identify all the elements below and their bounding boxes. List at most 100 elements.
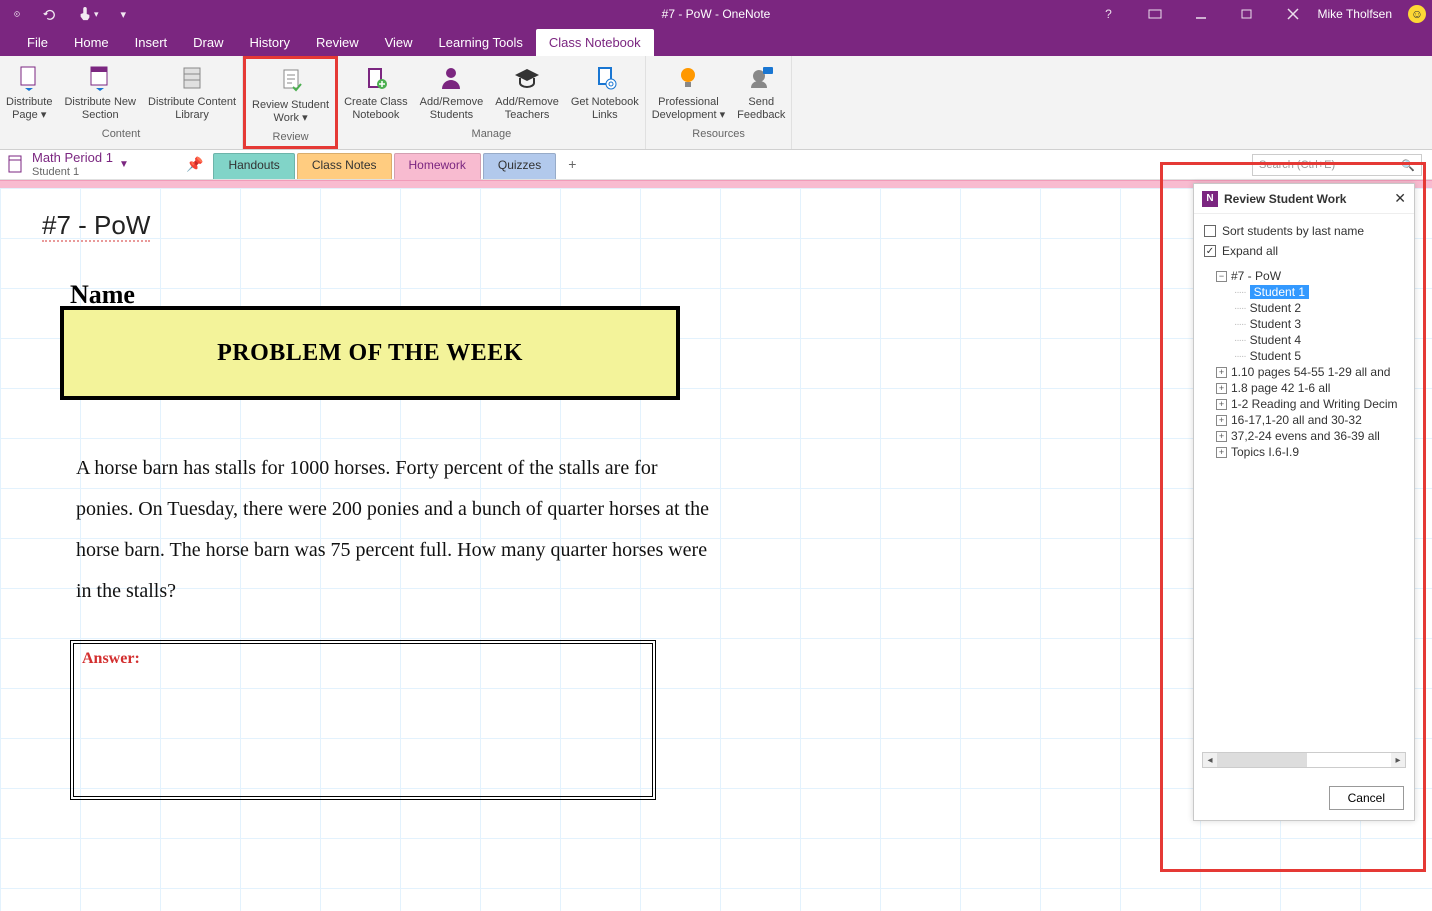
- tree-student[interactable]: ·····Student 4: [1202, 332, 1406, 348]
- cancel-button[interactable]: Cancel: [1329, 786, 1404, 810]
- menu-view[interactable]: View: [372, 29, 426, 56]
- review-student-work-panel: N Review Student Work ✕ Sort students by…: [1193, 183, 1415, 821]
- tree-student[interactable]: ·····Student 3: [1202, 316, 1406, 332]
- expand-icon[interactable]: +: [1216, 399, 1227, 410]
- titlebar: ▾ ▾ #7 - PoW - OneNote ? Mike Tholfsen ☺: [0, 0, 1432, 28]
- section-tab-class-notes[interactable]: Class Notes: [297, 153, 392, 179]
- qat-customize-icon[interactable]: ▾: [115, 0, 133, 28]
- expand-all-checkbox[interactable]: ✓ Expand all: [1202, 244, 1406, 258]
- notebook-title: Math Period 1: [32, 151, 113, 165]
- expand-icon[interactable]: +: [1216, 431, 1227, 442]
- user-name[interactable]: Mike Tholfsen: [1318, 7, 1392, 21]
- ribbon-group-label: Review: [273, 129, 309, 146]
- menu-class-notebook[interactable]: Class Notebook: [536, 29, 654, 56]
- ribbon-create-class-notebook[interactable]: Create ClassNotebook: [338, 58, 414, 126]
- pow-heading: PROBLEM OF THE WEEK: [217, 340, 523, 367]
- menu-review[interactable]: Review: [303, 29, 372, 56]
- back-icon[interactable]: [8, 0, 26, 28]
- pin-icon[interactable]: 📌: [186, 156, 203, 173]
- minimize-icon[interactable]: [1180, 0, 1222, 28]
- page-arrow-icon: [13, 62, 45, 94]
- expand-icon[interactable]: +: [1216, 367, 1227, 378]
- menu-insert[interactable]: Insert: [122, 29, 181, 56]
- tree-student[interactable]: ·····Student 5: [1202, 348, 1406, 364]
- chevron-down-icon: ▼: [119, 159, 129, 170]
- tree-page[interactable]: +1.10 pages 54-55 1-29 all and: [1202, 364, 1406, 380]
- ribbon-group-resources: ProfessionalDevelopment ▾SendFeedbackRes…: [646, 56, 793, 149]
- ribbon-add-remove-teachers[interactable]: Add/RemoveTeachers: [489, 58, 565, 126]
- menu-home[interactable]: Home: [61, 29, 122, 56]
- collapse-icon[interactable]: −: [1216, 271, 1227, 282]
- menu-learning-tools[interactable]: Learning Tools: [426, 29, 536, 56]
- notebook-icon: [6, 154, 26, 174]
- ribbon-distribute-new-section[interactable]: Distribute NewSection: [58, 58, 142, 126]
- library-icon: [176, 62, 208, 94]
- window-title: #7 - PoW - OneNote: [662, 7, 771, 21]
- menu-history[interactable]: History: [237, 29, 303, 56]
- onenote-icon: N: [1202, 191, 1218, 207]
- problem-of-week-box: PROBLEM OF THE WEEK: [60, 306, 680, 400]
- add-section-button[interactable]: +: [558, 153, 586, 179]
- person-icon: [435, 62, 467, 94]
- smiley-icon[interactable]: ☺: [1408, 5, 1426, 23]
- section-tab-quizzes[interactable]: Quizzes: [483, 153, 556, 179]
- ribbon-display-icon[interactable]: [1134, 0, 1176, 28]
- menubar: FileHomeInsertDrawHistoryReviewViewLearn…: [0, 28, 1432, 56]
- section-tab-handouts[interactable]: Handouts: [213, 153, 294, 179]
- menu-draw[interactable]: Draw: [180, 29, 236, 56]
- section-tab-homework[interactable]: Homework: [394, 153, 481, 180]
- checkbox-checked-icon: ✓: [1204, 245, 1216, 257]
- answer-box[interactable]: Answer:: [70, 640, 656, 800]
- problem-text[interactable]: A horse barn has stalls for 1000 horses.…: [76, 448, 716, 612]
- help-icon[interactable]: ?: [1088, 0, 1130, 28]
- page-title[interactable]: #7 - PoW: [42, 210, 150, 241]
- panel-close-icon[interactable]: ✕: [1394, 190, 1406, 207]
- expand-icon[interactable]: +: [1216, 447, 1227, 458]
- section-arrow-icon: [84, 62, 116, 94]
- notebook-selector[interactable]: Math Period 1 Student 1 ▼: [0, 151, 180, 177]
- ribbon-distribute-page[interactable]: DistributePage ▾: [0, 58, 58, 126]
- ribbon-add-remove-students[interactable]: Add/RemoveStudents: [414, 58, 490, 126]
- tree-page[interactable]: +1-2 Reading and Writing Decim: [1202, 396, 1406, 412]
- ribbon-group-label: Content: [102, 126, 141, 143]
- tree-page[interactable]: +1.8 page 42 1-6 all: [1202, 380, 1406, 396]
- tree-page[interactable]: +37,2-24 evens and 36-39 all: [1202, 428, 1406, 444]
- panel-scrollbar[interactable]: ◂ ▸: [1202, 752, 1406, 768]
- ribbon-get-notebook-links[interactable]: Get NotebookLinks: [565, 58, 645, 126]
- maximize-icon[interactable]: [1226, 0, 1268, 28]
- doc-check-icon: [275, 65, 307, 97]
- tree-root[interactable]: −#7 - PoW: [1202, 268, 1406, 284]
- tree-page[interactable]: +16-17,1-20 all and 30-32: [1202, 412, 1406, 428]
- expand-icon[interactable]: +: [1216, 415, 1227, 426]
- ribbon-group-manage: Create ClassNotebookAdd/RemoveStudentsAd…: [338, 56, 646, 149]
- tree-student[interactable]: ·····Student 1: [1202, 284, 1406, 300]
- undo-icon[interactable]: [36, 0, 62, 28]
- tree-student[interactable]: ·····Student 2: [1202, 300, 1406, 316]
- sort-by-last-name-checkbox[interactable]: Sort students by last name: [1202, 224, 1406, 238]
- ribbon-group-label: Resources: [692, 126, 745, 143]
- tree-page[interactable]: +Topics I.6-I.9: [1202, 444, 1406, 460]
- bulb-icon: [672, 62, 704, 94]
- notebook-plus-icon: [360, 62, 392, 94]
- ribbon-group-label: Manage: [472, 126, 512, 143]
- scroll-thumb[interactable]: [1217, 753, 1307, 767]
- ribbon: DistributePage ▾Distribute NewSectionDis…: [0, 56, 1432, 150]
- grad-cap-icon: [511, 62, 543, 94]
- scroll-left-icon[interactable]: ◂: [1203, 753, 1217, 767]
- menu-file[interactable]: File: [14, 29, 61, 56]
- ribbon-review-student-work[interactable]: Review StudentWork ▾: [246, 61, 335, 129]
- panel-title: Review Student Work: [1224, 192, 1388, 206]
- close-icon[interactable]: [1272, 0, 1314, 28]
- ribbon-professional-development[interactable]: ProfessionalDevelopment ▾: [646, 58, 731, 126]
- ribbon-send-feedback[interactable]: SendFeedback: [731, 58, 791, 126]
- ribbon-group-review: Review StudentWork ▾Review: [243, 56, 338, 149]
- ribbon-group-content: DistributePage ▾Distribute NewSectionDis…: [0, 56, 243, 149]
- feedback-icon: [745, 62, 777, 94]
- answer-label: Answer:: [82, 650, 140, 667]
- checkbox-unchecked-icon: [1204, 225, 1216, 237]
- links-icon: [589, 62, 621, 94]
- expand-icon[interactable]: +: [1216, 383, 1227, 394]
- ribbon-distribute-content-library[interactable]: Distribute ContentLibrary: [142, 58, 242, 126]
- touch-mode-icon[interactable]: ▾: [72, 0, 105, 28]
- scroll-right-icon[interactable]: ▸: [1391, 753, 1405, 767]
